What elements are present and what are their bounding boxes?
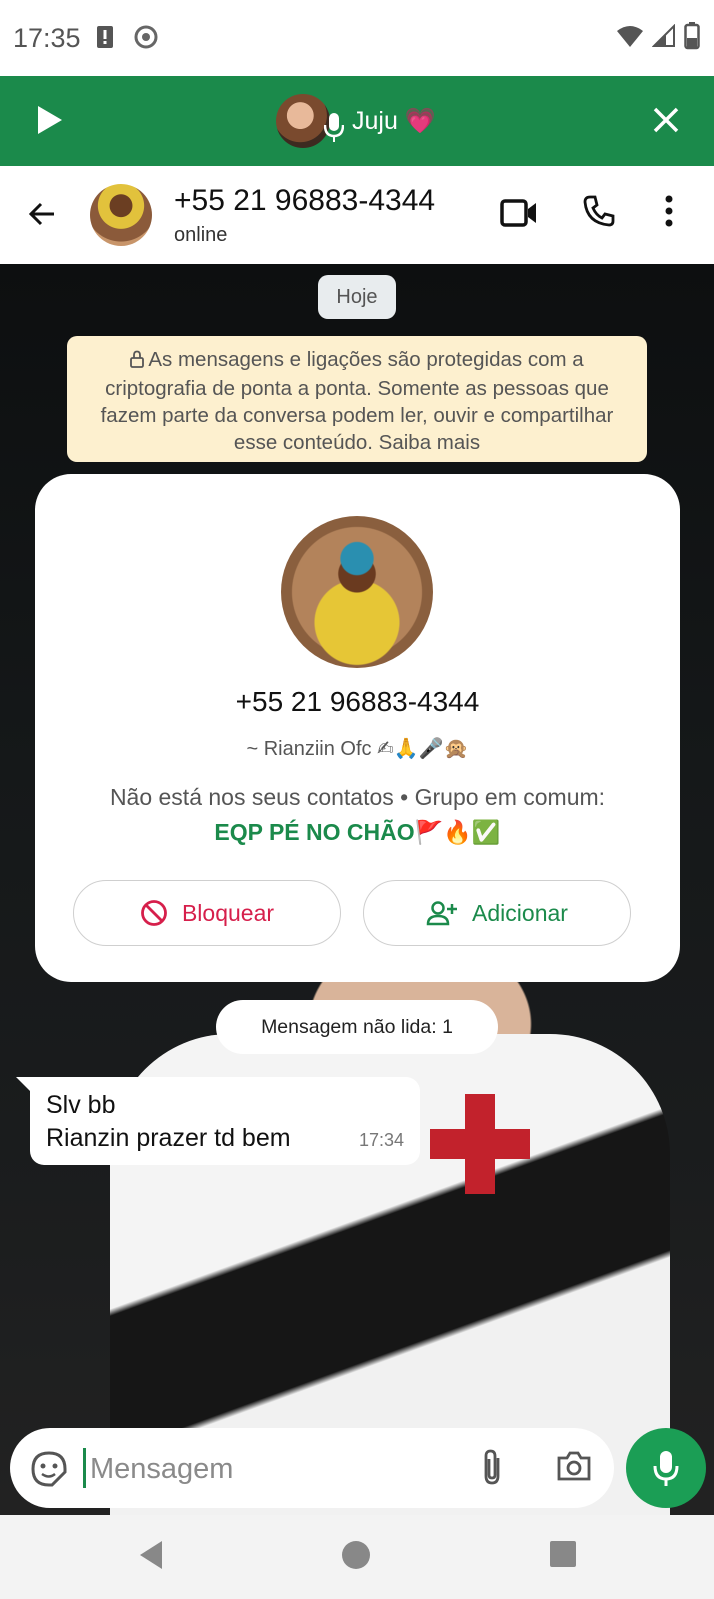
battery-icon xyxy=(684,22,700,55)
voice-chat-banner[interactable]: Juju 💗 xyxy=(0,76,714,166)
contact-card-info-text: Não está nos seus contatos • Grupo em co… xyxy=(109,784,606,810)
block-button[interactable]: Bloquear xyxy=(73,880,341,946)
contact-info-card: +55 21 96883-4344 ~ Rianziin Ofc ✍🙏🎤🙊 Nã… xyxy=(35,474,680,982)
message-composer xyxy=(10,1428,614,1508)
signal-icon xyxy=(651,23,676,53)
wifi-icon xyxy=(616,24,644,53)
wallpaper-cross xyxy=(430,1094,530,1194)
phone-icon[interactable] xyxy=(582,194,616,233)
status-time: 17:35 xyxy=(13,23,81,53)
lock-icon xyxy=(130,348,145,375)
banner-avatar xyxy=(276,94,345,148)
contact-avatar[interactable] xyxy=(90,184,152,246)
close-icon[interactable] xyxy=(652,106,680,139)
back-arrow-icon[interactable] xyxy=(26,198,58,235)
encryption-notice[interactable]: As mensagens e ligações são protegidas c… xyxy=(67,336,647,462)
mic-icon xyxy=(653,1451,679,1486)
date-chip: Hoje xyxy=(318,275,396,319)
attach-icon[interactable] xyxy=(480,1448,504,1491)
message-input[interactable] xyxy=(88,1444,452,1494)
camera-icon[interactable] xyxy=(556,1450,592,1487)
text-caret xyxy=(83,1448,86,1488)
banner-name: Juju 💗 xyxy=(352,106,436,135)
block-icon xyxy=(141,900,167,926)
nav-recents-icon[interactable] xyxy=(548,1539,578,1574)
message-line: Rianzin prazer td bem xyxy=(46,1124,291,1152)
encryption-text: As mensagens e ligações são protegidas c… xyxy=(100,348,614,454)
contact-status: online xyxy=(174,224,228,246)
block-button-label: Bloquear xyxy=(181,899,275,926)
contact-title[interactable]: +55 21 96883-4344 xyxy=(174,184,435,218)
status-bar: 17:35 xyxy=(0,0,714,76)
chat-area[interactable]: Hoje As mensagens e ligações são protegi… xyxy=(0,264,714,1515)
nav-back-icon[interactable] xyxy=(136,1539,166,1576)
system-nav-bar xyxy=(0,1515,714,1599)
message-line: Slv bb xyxy=(46,1091,116,1119)
message-bubble[interactable]: Slv bb Rianzin prazer td bem 17:34 xyxy=(16,1077,420,1165)
chrome-icon xyxy=(134,25,158,54)
add-button-label: Adicionar xyxy=(472,899,568,926)
contact-card-info: Não está nos seus contatos • Grupo em co… xyxy=(95,780,620,850)
message-time: 17:34 xyxy=(358,1130,404,1150)
contact-card-avatar[interactable] xyxy=(281,516,433,668)
unread-messages-chip: Mensagem não lida: 1 xyxy=(216,1000,498,1054)
voice-record-button[interactable] xyxy=(626,1428,706,1508)
chat-header: +55 21 96883-4344 online xyxy=(0,166,714,264)
sticker-icon[interactable] xyxy=(30,1450,68,1493)
play-icon[interactable] xyxy=(34,104,64,141)
video-call-icon[interactable] xyxy=(500,198,538,233)
nav-home-icon[interactable] xyxy=(340,1539,372,1576)
add-person-icon xyxy=(426,901,458,926)
common-group-link[interactable]: EQP PÉ NO CHÃO🚩🔥✅ xyxy=(214,819,500,845)
mic-icon xyxy=(323,111,345,148)
add-contact-button[interactable]: Adicionar xyxy=(363,880,631,946)
contact-card-name: ~ Rianziin Ofc ✍🙏🎤🙊 xyxy=(246,738,469,760)
more-vert-icon[interactable] xyxy=(664,194,674,233)
alert-icon xyxy=(96,24,114,55)
contact-card-number: +55 21 96883-4344 xyxy=(235,686,480,717)
